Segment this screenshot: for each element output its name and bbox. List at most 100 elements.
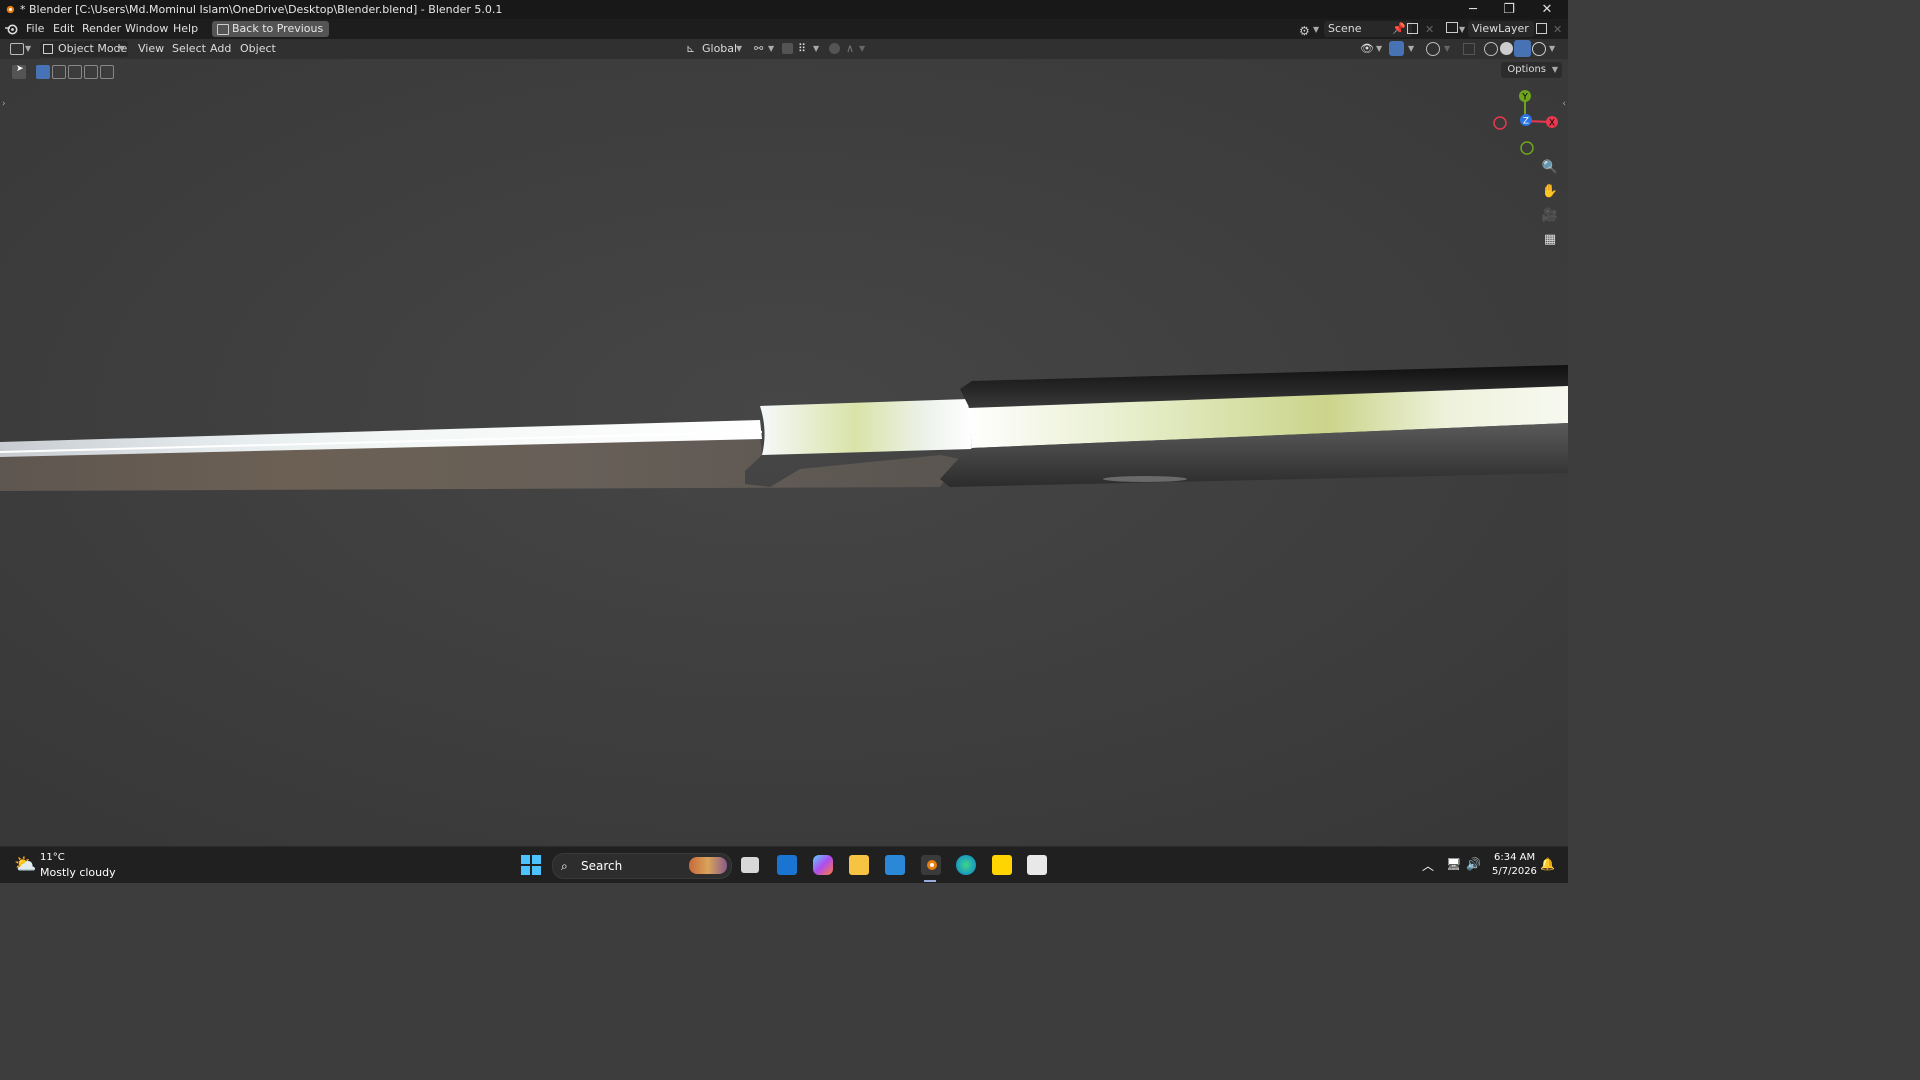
- gizmo-x-label: X: [1549, 119, 1555, 129]
- select-intersect-icon[interactable]: [100, 65, 114, 79]
- weather-description[interactable]: Mostly cloudy: [40, 866, 116, 879]
- menu-view[interactable]: View: [138, 39, 164, 59]
- select-invert-icon[interactable]: [84, 65, 98, 79]
- snap-target-icon[interactable]: ⠿: [798, 39, 806, 59]
- search-placeholder: Search: [581, 859, 623, 873]
- gizmo-toggle-icon[interactable]: [1389, 41, 1404, 56]
- viewport-canvas[interactable]: [0, 59, 1568, 846]
- 3d-viewport[interactable]: ➤ › ‹ Options ▼ Y X Z 🔍 ✋ 🎥 ▦: [0, 59, 1568, 846]
- xray-toggle-icon[interactable]: [1463, 43, 1475, 55]
- back-to-previous-button[interactable]: Back to Previous: [212, 21, 330, 37]
- notification-bell-icon[interactable]: 🔔: [1540, 857, 1555, 871]
- weather-temperature[interactable]: 11°C: [40, 852, 65, 863]
- rendered-shading-icon[interactable]: [1532, 42, 1546, 56]
- menu-window[interactable]: Window: [125, 19, 168, 39]
- proportional-edit-icon[interactable]: [829, 43, 840, 54]
- chevron-down-icon: ▼: [1408, 44, 1415, 53]
- view-layer-icon[interactable]: [1446, 22, 1458, 33]
- snipping-tool-icon[interactable]: [1027, 855, 1047, 875]
- object-mode-icon: [43, 44, 53, 54]
- editor-type-icon[interactable]: [10, 43, 24, 55]
- scene-selector-icon[interactable]: ⚙: [1299, 21, 1310, 41]
- material-preview-shading-icon[interactable]: [1514, 40, 1531, 57]
- chevron-down-icon: ▼: [1459, 25, 1466, 34]
- select-new-icon[interactable]: [36, 65, 50, 79]
- options-label: Options: [1507, 64, 1546, 75]
- minimize-button[interactable]: ─: [1455, 0, 1491, 19]
- clock-date[interactable]: 5/7/2026: [1492, 866, 1537, 877]
- pivot-point-icon[interactable]: ⚯: [754, 39, 763, 59]
- perspective-grid-icon[interactable]: ▦: [1540, 230, 1560, 250]
- network-icon[interactable]: 🖥: [1446, 857, 1461, 871]
- view-layer-field[interactable]: ViewLayer: [1468, 21, 1534, 37]
- orientation-label: Global: [702, 42, 738, 55]
- chevron-down-icon: ▼: [118, 44, 125, 53]
- back-to-previous-label: Back to Previous: [232, 22, 324, 35]
- gizmo-neg-x-axis[interactable]: [1493, 116, 1507, 130]
- delete-scene-icon[interactable]: ✕: [1425, 20, 1434, 40]
- zoom-icon[interactable]: 🔍: [1540, 158, 1560, 178]
- back-icon: [217, 24, 229, 35]
- toolbar-expand-icon[interactable]: ›: [2, 99, 6, 109]
- file-explorer-icon[interactable]: [849, 855, 869, 875]
- solid-shading-icon[interactable]: [1500, 42, 1513, 55]
- menu-render[interactable]: Render: [82, 19, 121, 39]
- pan-hand-icon[interactable]: ✋: [1540, 182, 1560, 202]
- wireframe-shading-icon[interactable]: [1484, 42, 1498, 56]
- visibility-eye-icon[interactable]: 👁: [1360, 39, 1374, 59]
- options-button[interactable]: Options ▼: [1501, 62, 1562, 78]
- snap-toggle-icon[interactable]: [782, 43, 793, 54]
- windows-taskbar: ⛅ 11°C Mostly cloudy ⌕ Search ︿ 🖥 🔊 6:34…: [0, 846, 1568, 883]
- camera-view-icon[interactable]: 🎥: [1540, 206, 1560, 226]
- mode-label: Object Mode: [58, 42, 128, 55]
- menu-help[interactable]: Help: [173, 19, 198, 39]
- menu-object[interactable]: Object: [240, 39, 276, 59]
- outlook-icon[interactable]: [777, 855, 797, 875]
- chevron-down-icon: ▼: [736, 44, 743, 53]
- task-view-icon[interactable]: [741, 857, 759, 873]
- menu-file[interactable]: File: [26, 19, 44, 39]
- gizmo-neg-y-axis[interactable]: [1520, 141, 1534, 155]
- window-title: * Blender [C:\Users\Md.Mominul Islam\One…: [20, 3, 503, 16]
- mode-selector[interactable]: Object Mode ▼: [40, 41, 128, 57]
- top-menu-bar: File Edit Render Window Help Back to Pre…: [0, 19, 1568, 39]
- microsoft-store-icon[interactable]: [885, 855, 905, 875]
- overlays-icon[interactable]: [1426, 42, 1440, 56]
- chevron-down-icon: ▼: [1444, 44, 1451, 53]
- viewport-header: ▼ Object Mode ▼ View Select Add Object ⊾…: [0, 39, 1568, 59]
- falloff-curve-icon[interactable]: ∧: [846, 39, 854, 59]
- clock-time[interactable]: 6:34 AM: [1494, 852, 1535, 863]
- gizmo-z-label: Z: [1523, 117, 1529, 127]
- blender-logo-icon[interactable]: [5, 23, 18, 35]
- navigation-gizmo[interactable]: Y X Z: [1490, 86, 1566, 158]
- windows-start-icon[interactable]: [521, 855, 541, 875]
- select-extend-icon[interactable]: [52, 65, 66, 79]
- active-app-indicator: [924, 880, 936, 882]
- new-scene-icon[interactable]: [1407, 23, 1418, 34]
- pin-icon[interactable]: 📌: [1392, 21, 1406, 37]
- select-subtract-icon[interactable]: [68, 65, 82, 79]
- cursor-arrow-icon: ➤: [16, 64, 24, 74]
- edge-browser-icon[interactable]: [956, 855, 976, 875]
- weather-cloud-icon[interactable]: ⛅: [14, 854, 36, 875]
- transform-orientation-selector[interactable]: ⊾ Global ▼: [684, 39, 746, 59]
- chevron-down-icon: ▼: [1313, 25, 1320, 34]
- chevron-down-icon: ▼: [813, 44, 820, 53]
- volume-icon[interactable]: 🔊: [1466, 857, 1481, 871]
- scene-name-field[interactable]: Scene 📌: [1324, 21, 1412, 37]
- chevron-down-icon: ▼: [768, 44, 775, 53]
- menu-select[interactable]: Select: [172, 39, 206, 59]
- delete-view-layer-icon[interactable]: ✕: [1553, 20, 1562, 40]
- taskbar-search-box[interactable]: ⌕ Search: [552, 853, 732, 879]
- maximize-button[interactable]: ❐: [1491, 0, 1527, 19]
- show-hidden-icons-chevron[interactable]: ︿: [1422, 857, 1434, 874]
- menu-edit[interactable]: Edit: [53, 19, 74, 39]
- menu-add[interactable]: Add: [210, 39, 231, 59]
- copilot-icon[interactable]: [813, 855, 833, 875]
- scene-name: Scene: [1328, 22, 1362, 35]
- new-view-layer-icon[interactable]: [1536, 23, 1547, 34]
- gizmo-y-label: Y: [1521, 93, 1528, 103]
- chevron-down-icon: ▼: [1551, 65, 1558, 74]
- close-button[interactable]: ✕: [1529, 0, 1565, 19]
- sticky-notes-icon[interactable]: [992, 855, 1012, 875]
